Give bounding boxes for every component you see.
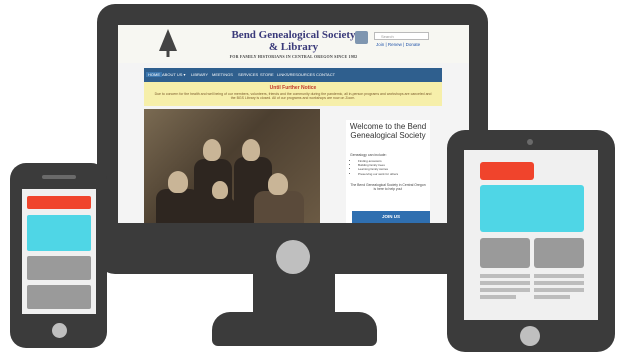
search-input[interactable]: Search	[374, 32, 429, 40]
monitor-stand-neck	[253, 274, 335, 314]
welcome-intro: Genealogy can include:	[350, 153, 387, 157]
welcome-title: Welcome to the Bend Genealogical Society	[349, 122, 427, 140]
phone-speaker	[42, 175, 76, 179]
monitor-screen: Bend Genealogical Society & Library FOR …	[118, 25, 469, 223]
nav-about[interactable]: ABOUT US ▾	[162, 72, 186, 77]
tablet-header-block	[480, 162, 534, 180]
tablet-text-line	[534, 281, 584, 285]
nav-contact[interactable]: CONTACT	[316, 72, 335, 77]
monitor-power-button	[276, 240, 310, 274]
phone-content-block	[27, 285, 91, 309]
tablet-content-block	[534, 238, 584, 268]
nav-store[interactable]: STORE	[260, 72, 274, 77]
list-item: Preserving our work for others	[358, 172, 398, 176]
phone-content-block	[27, 256, 91, 280]
notice-body: Due to concern for the health and well b…	[154, 92, 432, 101]
site-tagline: FOR FAMILY HISTORIANS IN CENTRAL OREGON …	[229, 54, 358, 59]
tablet-screen	[464, 150, 598, 320]
family-photo	[144, 109, 320, 223]
nav-library[interactable]: LIBRARY	[191, 72, 208, 77]
phone-header-block	[27, 196, 91, 209]
notice-banner: Until Further Notice Due to concern for …	[144, 82, 442, 106]
site-header: Bend Genealogical Society & Library FOR …	[118, 25, 469, 63]
nav-links[interactable]: LINKS/RESOURCES	[277, 72, 315, 77]
phone-screen	[22, 189, 96, 314]
nav-services[interactable]: SERVICES	[238, 72, 258, 77]
tablet-home-button	[520, 326, 540, 346]
tablet-text-line	[534, 274, 584, 278]
nav-home[interactable]: HOME	[146, 72, 162, 77]
tablet-text-line	[480, 295, 516, 299]
tablet-text-line	[480, 288, 530, 292]
tablet-text-line	[480, 274, 530, 278]
top-links[interactable]: Join | Renew | Donate	[376, 42, 420, 47]
tablet-camera	[527, 139, 533, 145]
monitor-stand-base	[212, 312, 377, 346]
welcome-list: Finding ancestors Building family trees …	[358, 159, 398, 176]
welcome-panel: Welcome to the Bend Genealogical Society…	[346, 120, 430, 223]
tablet-content-block	[480, 238, 530, 268]
user-icon[interactable]	[355, 31, 368, 44]
main-nav: HOME ABOUT US ▾ LIBRARY MEETINGS SERVICE…	[144, 68, 442, 82]
nav-meetings[interactable]: MEETINGS	[212, 72, 233, 77]
tablet-hero-block	[480, 185, 584, 232]
phone-hero-block	[27, 215, 91, 251]
phone-home-button	[52, 323, 67, 338]
join-us-button[interactable]: JOIN US	[352, 211, 430, 223]
welcome-note: The Bend Genealogical Society in Central…	[350, 183, 426, 192]
tablet-text-line	[480, 281, 530, 285]
tablet-text-line	[534, 295, 570, 299]
tablet-text-line	[534, 288, 584, 292]
notice-heading: Until Further Notice	[269, 85, 317, 91]
